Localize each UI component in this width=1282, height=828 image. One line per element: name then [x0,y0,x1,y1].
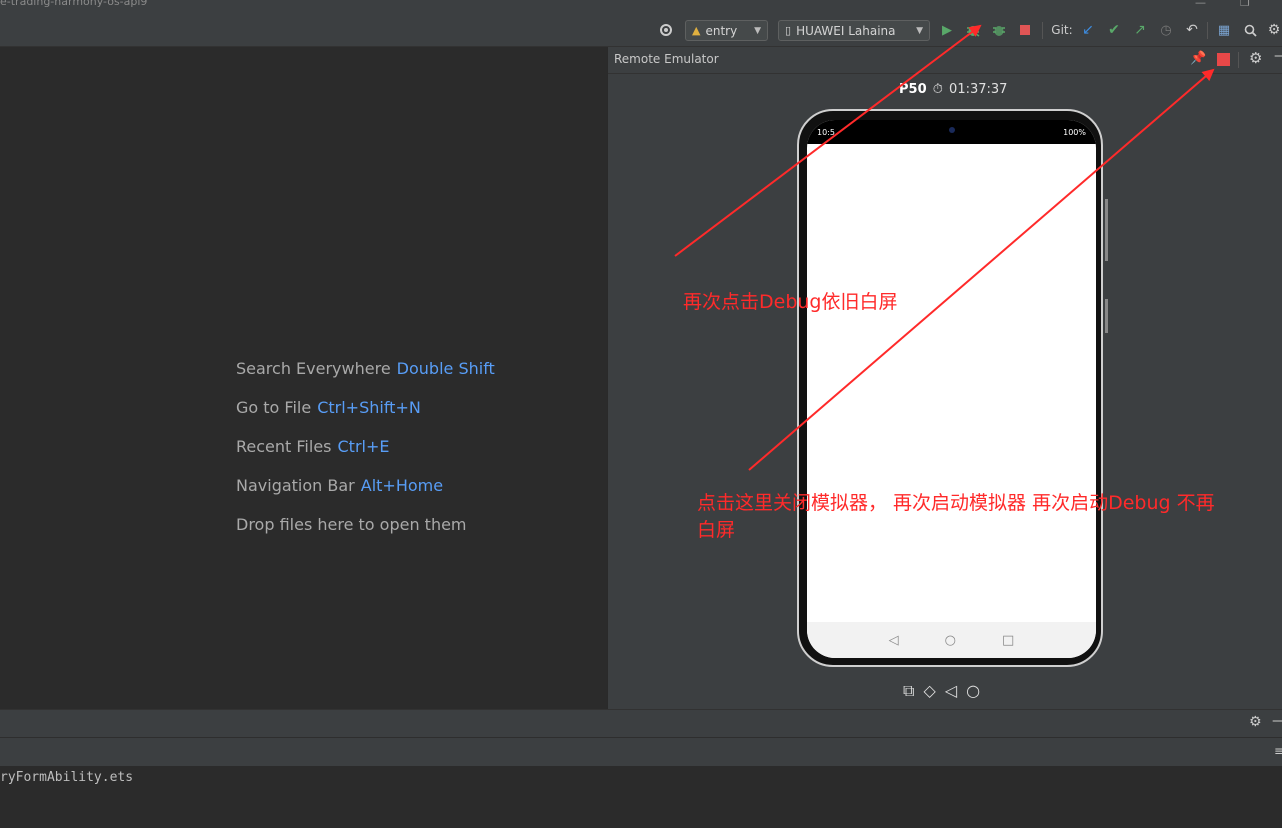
home-icon[interactable]: ○ [945,633,956,648]
divider [1207,22,1208,39]
chevron-down-icon: ▼ [916,25,923,36]
back-icon[interactable]: ◁ [945,681,957,701]
hint-search-everywhere[interactable]: Search Everywhere Double Shift [236,359,495,378]
emulator-screen[interactable]: 10:5 100% ◁ ○ □ [807,120,1096,658]
history-icon[interactable]: ◷ [1156,14,1176,46]
recents-icon[interactable]: □ [1002,633,1014,648]
hint-shortcut: Ctrl+Shift+N [317,398,421,417]
run-button[interactable]: ▶ [938,14,956,46]
screenshot-icon[interactable]: ⧉ [903,681,914,701]
stop-button[interactable] [1016,14,1034,46]
remote-emulator-panel: Remote Emulator 📌 ⚙ — P50 ⏱ 01:37:37 10:… [607,47,1282,709]
emulator-title: Remote Emulator [614,52,719,66]
menu-icon[interactable]: ≡ [1274,744,1282,758]
hint-label: Navigation Bar [236,476,355,495]
hint-drop-files: Drop files here to open them [236,515,467,534]
console-line: ryFormAbility.ets [0,770,134,785]
chevron-down-icon: ▼ [754,25,761,36]
hide-panel-icon[interactable]: — [1272,713,1282,729]
project-title: e-trading-harmony-os-api9 [0,0,148,8]
revert-icon[interactable]: ↶ [1182,14,1202,46]
front-camera [949,127,955,133]
hint-shortcut: Alt+Home [360,476,444,495]
home-icon[interactable]: ○ [966,681,980,701]
device-select-value: HUAWEI Lahaina [796,23,896,38]
annotation-note-2-line-1: 点击这里关闭模拟器， 再次启动模拟器 再次启动Debug 不再 [697,492,1215,514]
hint-label: Search Everywhere [236,359,391,378]
annotation-note-1: 再次点击Debug依旧白屏 [683,291,898,313]
settings-gear-icon[interactable]: ⚙ [1249,49,1262,67]
hint-shortcut: Double Shift [396,359,495,378]
bottom-panel-header: ⚙ — [0,709,1282,737]
git-update-icon[interactable]: ↙ [1078,14,1098,46]
debug-button[interactable] [962,14,984,46]
module-select[interactable]: ▲ entry ▼ [685,20,768,41]
emulator-header: Remote Emulator 📌 ⚙ — [608,47,1282,74]
volume-button [1105,199,1108,261]
hint-label: Recent Files [236,437,332,456]
search-icon[interactable] [1240,14,1260,46]
module-icon: ▲ [692,24,701,37]
device-info: P50 ⏱ 01:37:37 [899,82,1007,97]
editor-empty-area: Search Everywhere Double Shift Go to File… [0,47,606,709]
session-timer: 01:37:37 [949,82,1008,97]
divider [1042,22,1043,39]
emulator-controls: ⧉ ◇ ◁ ○ [903,681,980,701]
phone-frame: 10:5 100% ◁ ○ □ [797,109,1108,667]
attach-debugger-button[interactable] [988,14,1010,46]
bottom-panel-toolbar: ≡ [0,737,1282,766]
title-bar: e-trading-harmony-os-api9 — ❐ [0,0,1282,14]
project-structure-icon[interactable]: ▦ [1214,14,1234,46]
hide-panel-icon[interactable]: — [1274,48,1282,64]
stop-icon [1020,25,1030,35]
restore-icon[interactable]: ❐ [1240,0,1250,9]
hint-label: Go to File [236,398,312,417]
settings-gear-icon[interactable]: ⚙ [1266,14,1282,46]
annotation-note-2-line-2: 白屏 [697,519,736,541]
device-name: P50 [899,82,927,97]
attach-bug-icon [993,26,1005,36]
hint-navigation-bar[interactable]: Navigation Bar Alt+Home [236,476,443,495]
device-select[interactable]: ▯ HUAWEI Lahaina ▼ [778,20,930,41]
divider [1238,52,1239,68]
git-label: Git: [1051,23,1073,37]
back-icon[interactable]: ◁ [889,633,899,648]
phone-nav-bar: ◁ ○ □ [807,622,1096,658]
phone-status-bar: 10:5 100% [807,120,1096,144]
console-output: ryFormAbility.ets [0,766,1282,828]
hint-recent-files[interactable]: Recent Files Ctrl+E [236,437,389,456]
git-push-icon[interactable]: ↗ [1130,14,1150,46]
timer-icon: ⏱ [932,82,943,97]
hint-go-to-file[interactable]: Go to File Ctrl+Shift+N [236,398,421,417]
git-commit-icon[interactable]: ✔ [1104,14,1124,46]
status-battery: 100% [1063,128,1086,137]
rotate-icon[interactable]: ◇ [923,681,935,701]
pin-icon[interactable]: 📌 [1190,51,1206,66]
status-time: 10:5 [817,128,835,137]
module-select-value: entry [705,23,738,38]
minimize-icon[interactable]: — [1195,0,1206,9]
settings-gear-icon[interactable]: ⚙ [1249,714,1262,730]
target-icon[interactable] [656,14,676,46]
main-toolbar: ▲ entry ▼ ▯ HUAWEI Lahaina ▼ ▶ Git: ↙ ✔ … [0,14,1282,47]
stop-emulator-button[interactable] [1217,53,1230,66]
hint-label: Drop files here to open them [236,515,467,534]
hint-shortcut: Ctrl+E [337,437,390,456]
power-button [1105,299,1108,333]
bug-icon [966,26,980,37]
phone-icon: ▯ [785,24,792,37]
